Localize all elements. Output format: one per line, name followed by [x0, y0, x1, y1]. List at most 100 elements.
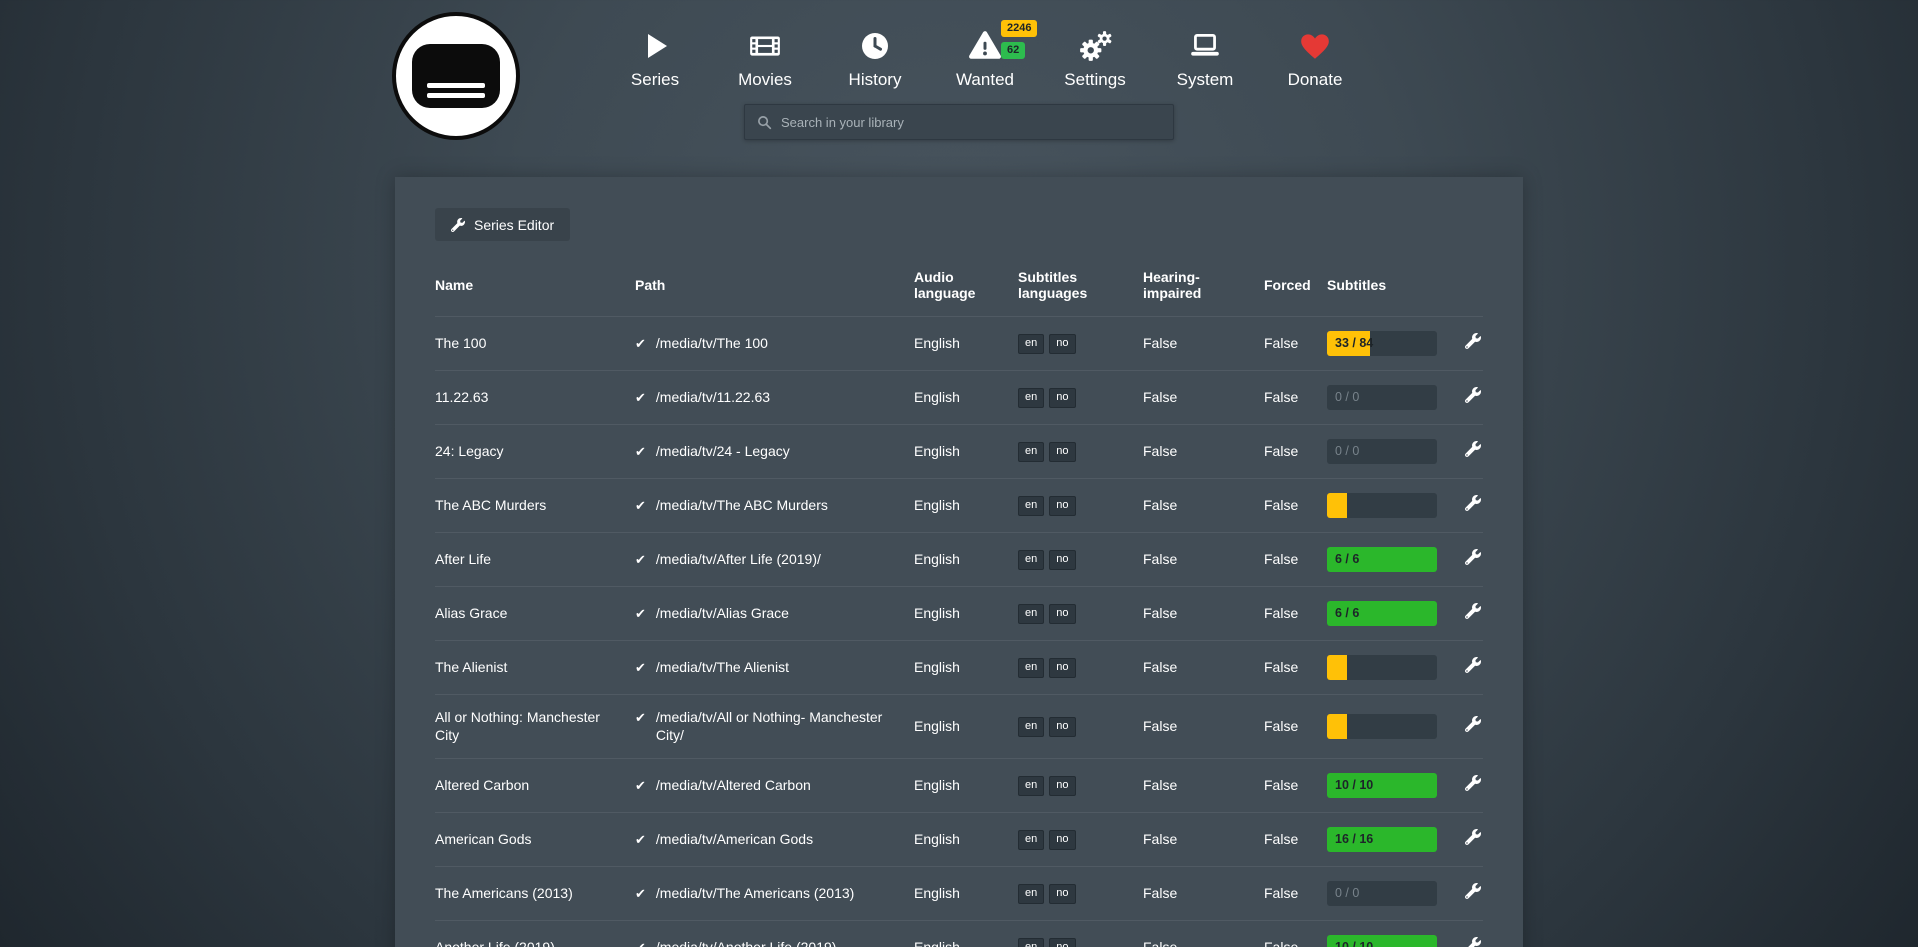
- header: Series Movies: [0, 0, 1918, 140]
- row-actions: [1445, 603, 1483, 624]
- series-path: /media/tv/Alias Grace: [656, 605, 789, 623]
- series-name[interactable]: Another Life (2019): [435, 939, 635, 947]
- subtitle-language-badge: en: [1018, 938, 1044, 947]
- series-name[interactable]: The Alienist: [435, 659, 635, 677]
- series-name[interactable]: Altered Carbon: [435, 777, 635, 795]
- heart-icon: [1298, 24, 1332, 68]
- subtitle-language-badge: en: [1018, 334, 1044, 354]
- edit-wrench-icon[interactable]: [1465, 333, 1481, 349]
- subtitle-language-badge: no: [1049, 442, 1075, 462]
- wanted-badge: 2246: [1001, 20, 1037, 37]
- subtitles-progress: 6 / 6: [1327, 547, 1437, 572]
- series-editor-button[interactable]: Series Editor: [435, 208, 570, 241]
- series-name[interactable]: After Life: [435, 551, 635, 569]
- clock-icon: [859, 24, 891, 68]
- subtitle-language-badge: no: [1049, 717, 1075, 737]
- edit-wrench-icon[interactable]: [1465, 549, 1481, 565]
- subtitle-languages-cell: enno: [1018, 387, 1143, 408]
- edit-wrench-icon[interactable]: [1465, 495, 1481, 511]
- search-bar[interactable]: [744, 104, 1174, 140]
- column-header-forced: Forced: [1264, 277, 1327, 293]
- subtitle-languages-cell: enno: [1018, 333, 1143, 354]
- column-header-subtitles-languages: Subtitles languages: [1018, 269, 1098, 301]
- subtitle-language-badge: en: [1018, 658, 1044, 678]
- subtitles-progress: 10 / 10: [1327, 773, 1437, 798]
- subtitles-progress-label: 33 / 84: [1335, 336, 1373, 352]
- nav-settings[interactable]: Settings: [1052, 24, 1138, 90]
- subtitle-languages-cell: enno: [1018, 495, 1143, 516]
- row-actions: [1445, 657, 1483, 678]
- nav-movies-label: Movies: [738, 70, 792, 90]
- series-table: Name Path Audio language Subtitles langu…: [435, 269, 1483, 947]
- subtitle-language-badge: no: [1049, 938, 1075, 947]
- subtitle-languages-cell: enno: [1018, 441, 1143, 462]
- check-icon: ✔: [635, 497, 646, 515]
- table-row: Altered Carbon ✔ /media/tv/Altered Carbo…: [435, 758, 1483, 812]
- hearing-impaired-value: False: [1143, 551, 1264, 569]
- row-actions: [1445, 716, 1483, 737]
- forced-value: False: [1264, 497, 1327, 515]
- row-actions: [1445, 829, 1483, 850]
- series-name[interactable]: All or Nothing: Manchester City: [435, 709, 635, 744]
- forced-value: False: [1264, 389, 1327, 407]
- series-path: /media/tv/The Alienist: [656, 659, 789, 677]
- table-row: American Gods ✔ /media/tv/American Gods …: [435, 812, 1483, 866]
- subtitle-language-badge: en: [1018, 388, 1044, 408]
- table-row: The Alienist ✔ /media/tv/The Alienist En…: [435, 640, 1483, 694]
- subtitles-cell: [1327, 714, 1445, 739]
- nav-donate[interactable]: Donate: [1272, 24, 1358, 90]
- audio-language-value: English: [914, 605, 1018, 623]
- subtitles-cell: [1327, 493, 1445, 518]
- edit-wrench-icon[interactable]: [1465, 387, 1481, 403]
- wanted-badges: 2246 62: [1001, 20, 1037, 59]
- subtitles-cell: [1327, 655, 1445, 680]
- subtitles-progress: [1327, 493, 1437, 518]
- edit-wrench-icon[interactable]: [1465, 657, 1481, 673]
- edit-wrench-icon[interactable]: [1465, 829, 1481, 845]
- nav-movies[interactable]: Movies: [722, 24, 808, 90]
- nav-wanted[interactable]: 2246 62 Wanted: [942, 24, 1028, 90]
- audio-language-value: English: [914, 659, 1018, 677]
- row-actions: [1445, 549, 1483, 570]
- nav-series-label: Series: [631, 70, 679, 90]
- subtitles-cell: 33 / 84: [1327, 331, 1445, 356]
- subtitles-progress-fill: [1327, 493, 1347, 518]
- table-row: The ABC Murders ✔ /media/tv/The ABC Murd…: [435, 478, 1483, 532]
- main-nav: Series Movies: [26, 0, 1918, 90]
- series-path: /media/tv/The 100: [656, 335, 768, 353]
- nav-history[interactable]: History: [832, 24, 918, 90]
- audio-language-value: English: [914, 718, 1018, 736]
- edit-wrench-icon[interactable]: [1465, 775, 1481, 791]
- series-name[interactable]: 11.22.63: [435, 389, 635, 407]
- subtitles-progress-label: 10 / 10: [1335, 778, 1373, 794]
- subtitles-progress: 10 / 10: [1327, 935, 1437, 947]
- series-name[interactable]: The ABC Murders: [435, 497, 635, 515]
- series-name[interactable]: American Gods: [435, 831, 635, 849]
- series-name[interactable]: Alias Grace: [435, 605, 635, 623]
- forced-value: False: [1264, 885, 1327, 903]
- search-input[interactable]: [781, 115, 1161, 130]
- series-name[interactable]: 24: Legacy: [435, 443, 635, 461]
- edit-wrench-icon[interactable]: [1465, 937, 1481, 947]
- row-actions: [1445, 495, 1483, 516]
- subtitle-language-badge: no: [1049, 830, 1075, 850]
- series-name[interactable]: The Americans (2013): [435, 885, 635, 903]
- subtitles-progress: [1327, 714, 1437, 739]
- subtitles-progress-fill: [1327, 655, 1347, 680]
- series-name[interactable]: The 100: [435, 335, 635, 353]
- check-icon: ✔: [635, 389, 646, 407]
- edit-wrench-icon[interactable]: [1465, 441, 1481, 457]
- edit-wrench-icon[interactable]: [1465, 883, 1481, 899]
- hearing-impaired-value: False: [1143, 389, 1264, 407]
- subtitle-language-badge: no: [1049, 550, 1075, 570]
- nav-donate-label: Donate: [1288, 70, 1343, 90]
- subtitles-progress-label: 6 / 6: [1335, 606, 1359, 622]
- column-header-path: Path: [635, 277, 914, 293]
- edit-wrench-icon[interactable]: [1465, 716, 1481, 732]
- nav-series[interactable]: Series: [612, 24, 698, 90]
- edit-wrench-icon[interactable]: [1465, 603, 1481, 619]
- series-path-cell: ✔ /media/tv/11.22.63: [635, 389, 914, 407]
- table-row: Another Life (2019) ✔ /media/tv/Another …: [435, 920, 1483, 947]
- check-icon: ✔: [635, 443, 646, 461]
- nav-system[interactable]: System: [1162, 24, 1248, 90]
